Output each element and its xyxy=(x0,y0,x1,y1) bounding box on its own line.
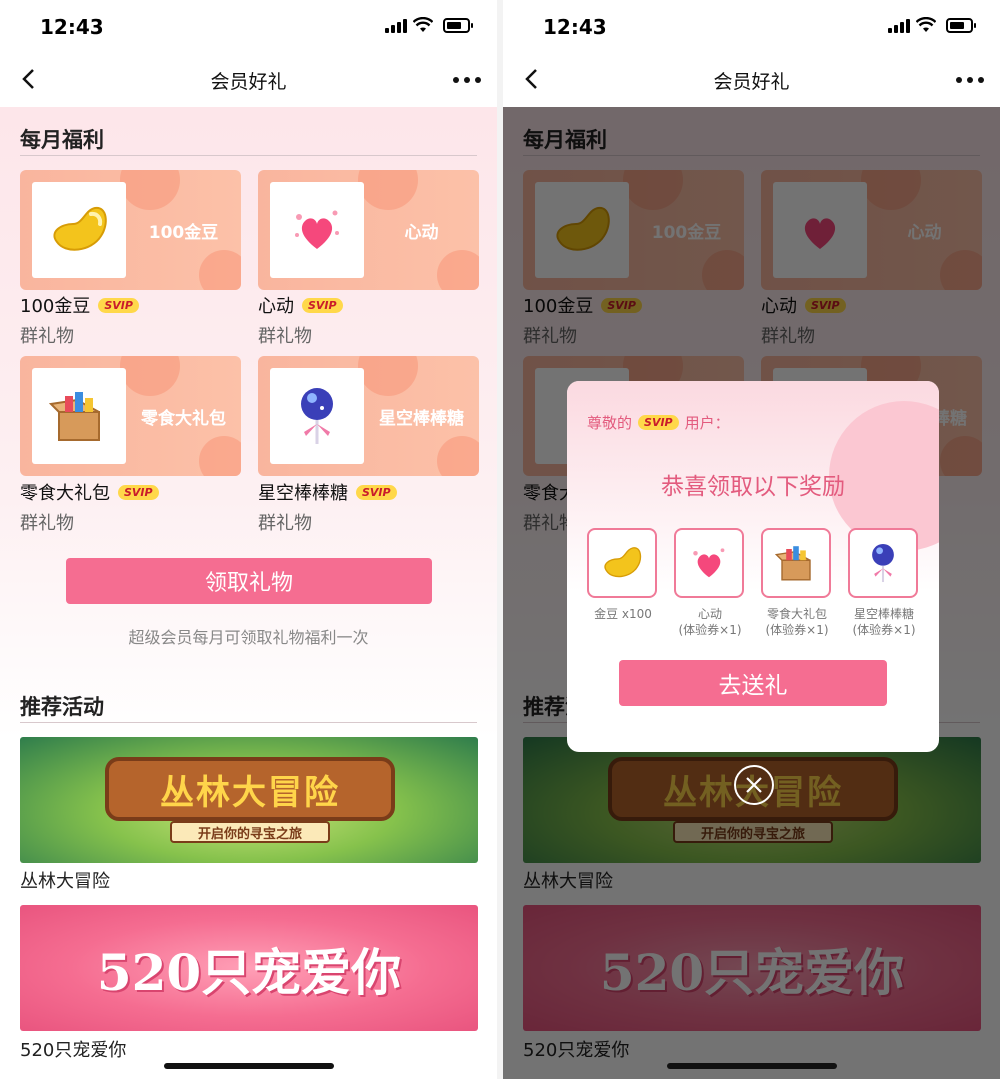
battery-icon xyxy=(443,18,473,33)
reward-name: 心动 xyxy=(697,607,722,621)
close-icon xyxy=(746,777,762,793)
reward-popup: 尊敬的 SVIP 用户： 恭喜领取以下奖励 金豆 x100 心动 (体验券×1)… xyxy=(567,381,939,752)
gift-subtitle: 群礼物 xyxy=(258,513,312,534)
banner-art-title: 丛林大冒险 xyxy=(105,757,395,821)
reward-name: 金豆 x100 xyxy=(594,607,652,621)
heart-icon xyxy=(693,548,725,578)
svip-badge: SVIP xyxy=(302,297,343,313)
popup-headline: 恭喜领取以下奖励 xyxy=(661,474,845,500)
gift-card-label: 心动 xyxy=(404,222,439,243)
signal-icon xyxy=(888,19,910,33)
svip-badge: SVIP xyxy=(356,484,397,500)
gold-bean-icon xyxy=(604,547,642,578)
page-title: 会员好礼 xyxy=(210,71,287,93)
reward-item-lollipop: 星空棒棒糖 (体验券×1) xyxy=(848,528,920,638)
status-time: 12:43 xyxy=(40,15,104,39)
gift-card-heart[interactable]: 心动 xyxy=(258,170,479,290)
home-indicator[interactable] xyxy=(164,1063,334,1069)
gift-subtitle: 群礼物 xyxy=(20,326,74,347)
svip-badge: SVIP xyxy=(98,297,139,313)
gift-subtitle: 群礼物 xyxy=(20,513,74,534)
claim-gift-button[interactable]: 领取礼物 xyxy=(66,558,432,604)
reward-name: 星空棒棒糖 xyxy=(853,607,914,621)
gift-image xyxy=(270,182,364,278)
battery-icon xyxy=(946,18,976,33)
banner-art-title: 520只宠爱你 xyxy=(96,943,402,1002)
gift-card-gold-bean[interactable]: 100金豆 xyxy=(20,170,241,290)
snack-box-icon xyxy=(49,392,100,441)
gold-bean-icon xyxy=(53,206,107,251)
status-bar: 12:43 xyxy=(0,0,497,52)
wifi-icon xyxy=(916,17,936,32)
banner-label[interactable]: 520只宠爱你 xyxy=(20,1036,126,1062)
gift-name: 零食大礼包 SVIP xyxy=(20,479,159,505)
gift-name-text: 心动 xyxy=(258,296,294,317)
reward-item-heart: 心动 (体验券×1) xyxy=(674,528,746,638)
wifi-icon xyxy=(413,17,433,32)
gift-subtitle: 群礼物 xyxy=(258,326,312,347)
nav-bar: 会员好礼 xyxy=(503,52,1000,107)
gift-card-label: 零食大礼包 xyxy=(141,408,226,429)
svip-badge: SVIP xyxy=(638,415,679,430)
home-indicator[interactable] xyxy=(667,1063,837,1069)
gift-card-label: 100金豆 xyxy=(148,222,219,243)
gift-image xyxy=(32,182,126,278)
heart-icon xyxy=(295,210,339,249)
snack-box-icon xyxy=(775,546,811,581)
gift-card-lollipop[interactable]: 星空棒棒糖 xyxy=(258,356,479,476)
more-icon[interactable] xyxy=(453,77,481,83)
gift-card-snack-box[interactable]: 零食大礼包 xyxy=(20,356,241,476)
section-title-recommend: 推荐活动 xyxy=(20,695,104,719)
nav-bar: 会员好礼 xyxy=(0,52,497,107)
reward-quantity: (体验券×1) xyxy=(678,623,742,637)
claim-note: 超级会员每月可领取礼物福利一次 xyxy=(128,628,369,647)
greeting-suffix: 用户： xyxy=(684,414,730,432)
page-content: 每月福利 100金豆 100金豆 SVIP 群礼物 心动 心动 SVIP 群礼物 xyxy=(0,107,497,1079)
signal-icon xyxy=(385,19,407,33)
popup-greeting: 尊敬的 SVIP 用户： xyxy=(587,412,730,433)
more-icon[interactable] xyxy=(956,77,984,83)
gift-name: 星空棒棒糖 SVIP xyxy=(258,479,397,505)
gift-name-text: 零食大礼包 xyxy=(20,483,110,504)
reward-quantity: (体验券×1) xyxy=(765,623,829,637)
gift-name: 100金豆 SVIP xyxy=(20,292,139,318)
gift-name-text: 星空棒棒糖 xyxy=(258,483,348,504)
phone-screen-reward-popup: 12:43 会员好礼 每月福利 100金豆 100金豆SVIP 群礼物 心动 心… xyxy=(503,0,1000,1079)
reward-quantity: (体验券×1) xyxy=(852,623,916,637)
divider xyxy=(20,722,477,723)
banner-label[interactable]: 丛林大冒险 xyxy=(20,867,110,893)
banner-jungle-adventure[interactable]: 丛林大冒险 开启你的寻宝之旅 xyxy=(20,737,478,863)
gift-image xyxy=(270,368,364,464)
gift-image xyxy=(32,368,126,464)
close-popup-button[interactable] xyxy=(734,765,774,805)
status-bar: 12:43 xyxy=(503,0,1000,52)
banner-520-love[interactable]: 520只宠爱你 xyxy=(20,905,478,1031)
divider xyxy=(20,155,477,156)
gift-name: 心动 SVIP xyxy=(258,292,343,318)
greeting-prefix: 尊敬的 xyxy=(587,414,633,432)
lollipop-icon xyxy=(872,543,894,583)
banner-art-subtitle: 开启你的寻宝之旅 xyxy=(170,821,330,843)
reward-name: 零食大礼包 xyxy=(766,607,827,621)
gift-name-text: 100金豆 xyxy=(20,296,91,317)
page-title: 会员好礼 xyxy=(713,71,790,93)
status-time: 12:43 xyxy=(543,15,607,39)
lollipop-icon xyxy=(301,388,333,444)
gift-card-label: 星空棒棒糖 xyxy=(379,408,464,429)
send-gift-button[interactable]: 去送礼 xyxy=(619,660,887,706)
reward-item-gold-bean: 金豆 x100 xyxy=(587,528,659,622)
phone-screen-gift-list: 12:43 会员好礼 每月福利 100金豆 100金豆 SVIP 群礼物 心动 xyxy=(0,0,497,1079)
section-title-monthly: 每月福利 xyxy=(20,128,104,152)
svip-badge: SVIP xyxy=(118,484,159,500)
reward-item-snack-box: 零食大礼包 (体验券×1) xyxy=(761,528,833,638)
